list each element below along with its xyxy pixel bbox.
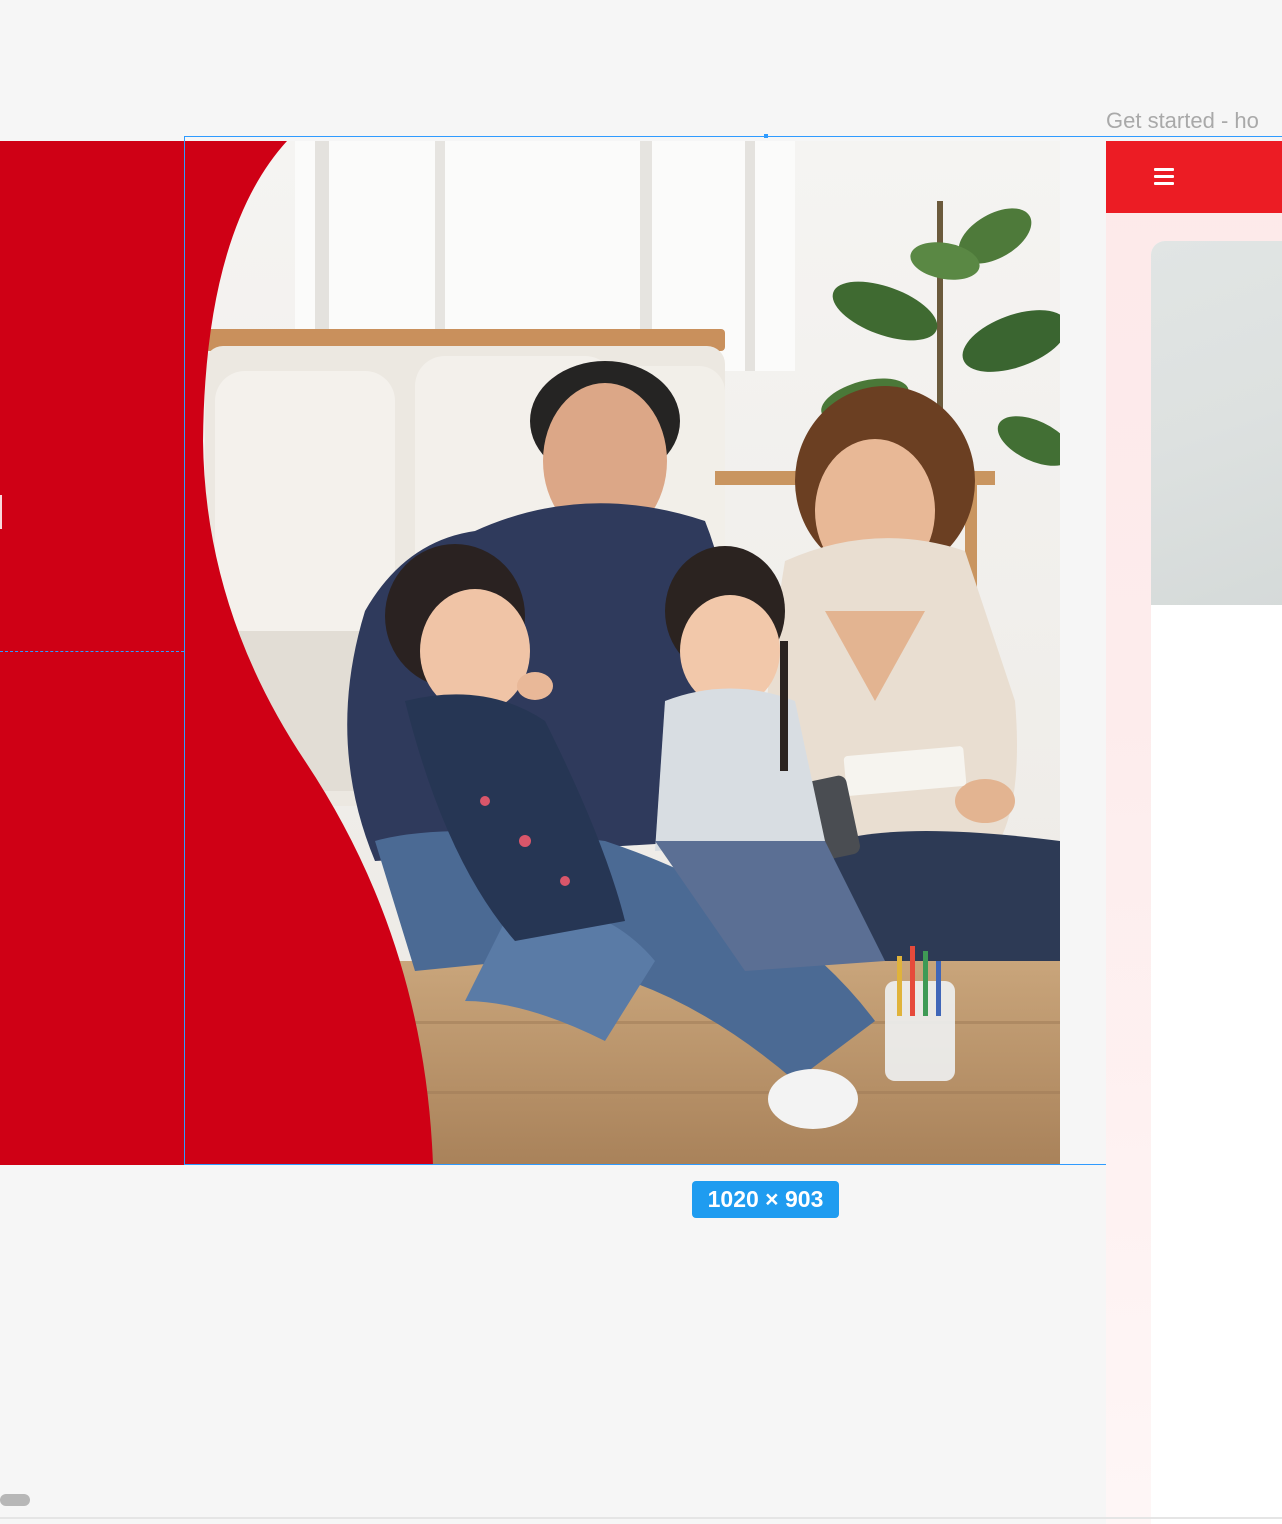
frame-title[interactable]: Get started - ho xyxy=(1106,108,1259,134)
hamburger-menu-icon[interactable] xyxy=(1154,166,1176,188)
content-card xyxy=(1151,241,1282,1524)
horizontal-scrollbar-thumb[interactable] xyxy=(0,1494,30,1506)
frame-header xyxy=(1106,141,1282,213)
family-photo-frame[interactable] xyxy=(185,141,1060,1165)
canvas-bottom-border xyxy=(0,1517,1282,1519)
left-edge-mark xyxy=(0,495,2,529)
family-photo xyxy=(185,141,1060,1165)
selection-handle[interactable] xyxy=(764,134,768,138)
card-image xyxy=(1151,241,1282,605)
alignment-guide xyxy=(0,651,184,652)
get-started-frame[interactable] xyxy=(1106,141,1282,1524)
dimension-badge: 1020 × 903 xyxy=(692,1181,839,1218)
left-red-panel xyxy=(0,141,185,1165)
